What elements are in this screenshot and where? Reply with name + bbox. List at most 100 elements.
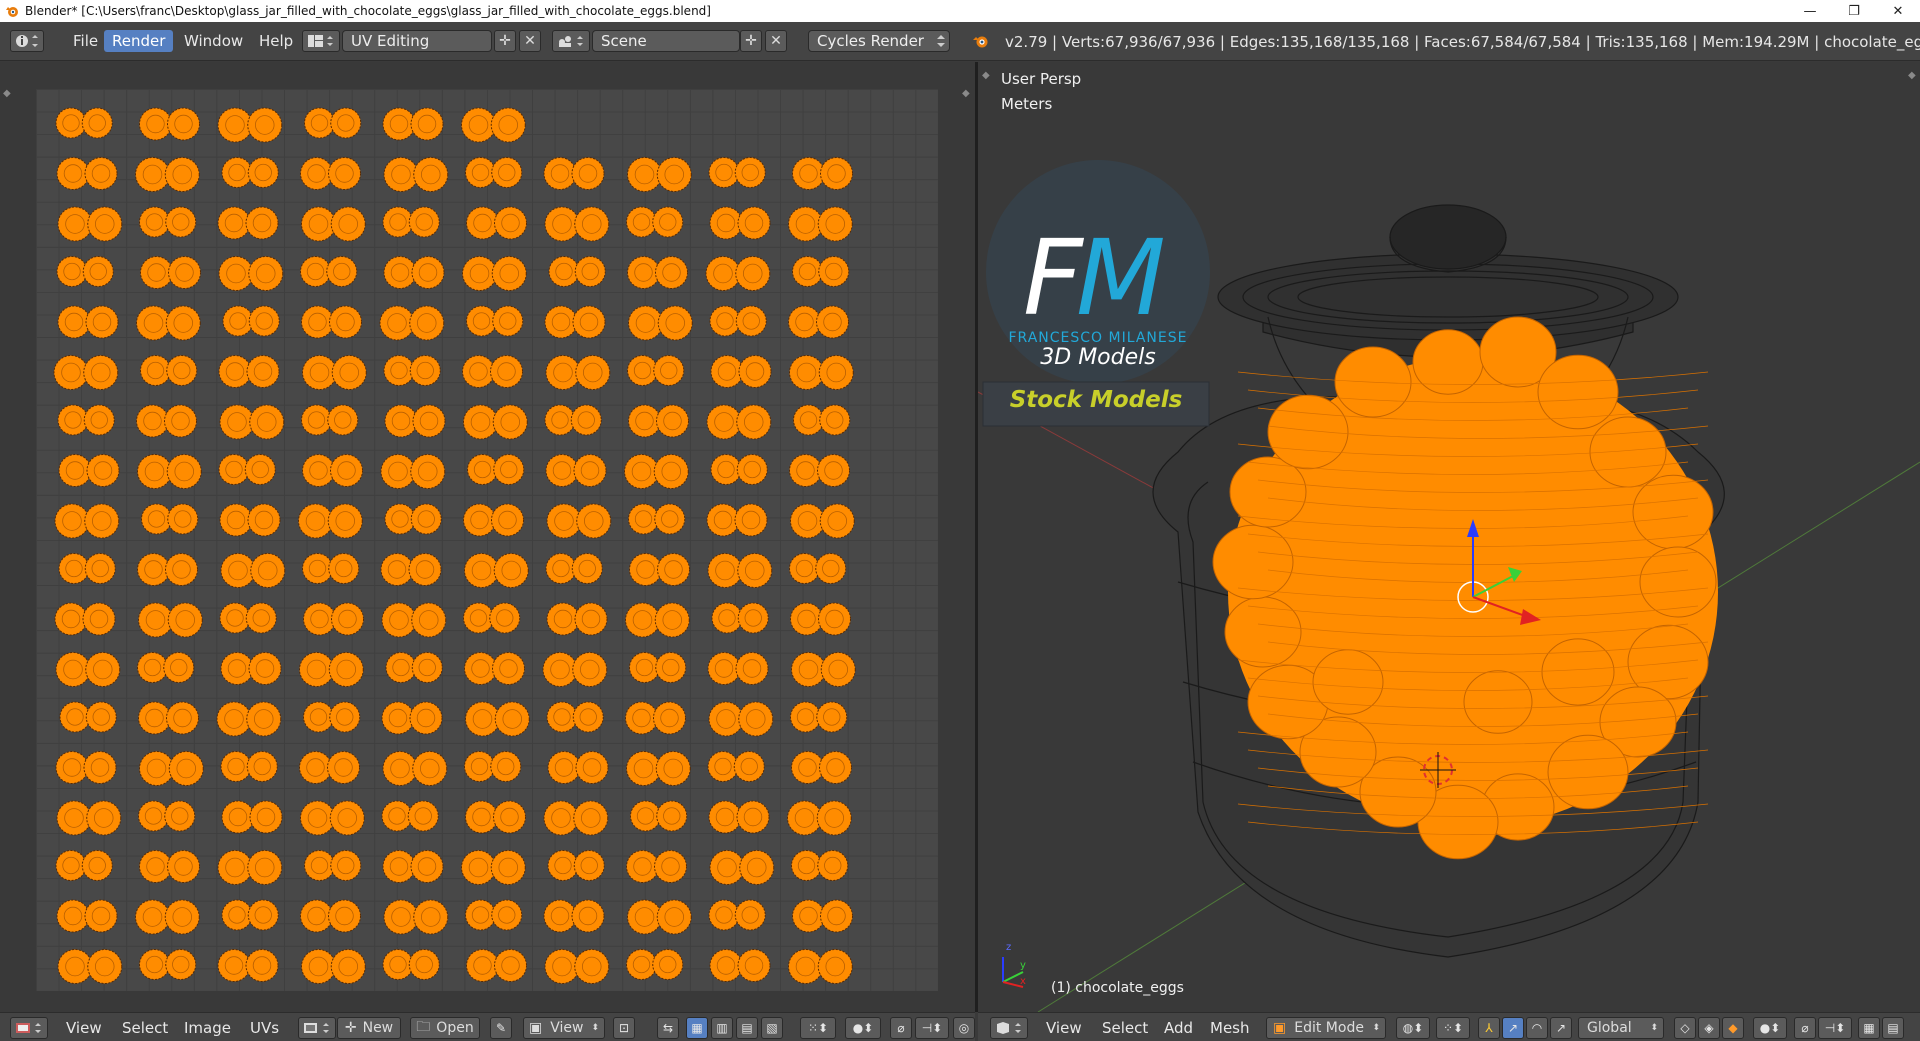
render-engine-dropdown[interactable]: Cycles Render <box>808 30 950 52</box>
editor-type-info-button[interactable] <box>10 30 44 52</box>
uv-island[interactable] <box>462 355 523 388</box>
viewport-scene[interactable]: F M <box>978 62 1920 1012</box>
uv-island[interactable] <box>708 701 774 737</box>
uv-island[interactable] <box>708 157 766 188</box>
uv-island[interactable] <box>222 305 280 337</box>
uv-island[interactable] <box>707 751 765 782</box>
uv-island[interactable] <box>383 256 445 289</box>
uv-island[interactable] <box>300 899 361 933</box>
uv-island[interactable] <box>301 404 359 436</box>
snap-button[interactable]: ⌀ <box>890 1017 912 1039</box>
uv-island[interactable] <box>139 850 200 883</box>
uv-island[interactable] <box>303 701 361 733</box>
uv-island[interactable] <box>793 404 851 436</box>
uv-island[interactable] <box>382 751 448 786</box>
uv-island[interactable] <box>708 899 766 931</box>
uv-island[interactable] <box>299 652 364 687</box>
new-image-button[interactable]: ✛ New <box>337 1017 401 1039</box>
uv-island[interactable] <box>139 107 200 141</box>
scopes-button[interactable]: ◎ <box>953 1017 975 1039</box>
delete-layout-button[interactable]: ✕ <box>519 30 541 52</box>
uv-image-editor[interactable]: ◆ ◆ <box>0 62 975 1012</box>
screen-layout-field[interactable]: UV Editing <box>342 30 492 52</box>
uv-island[interactable] <box>789 553 847 584</box>
uv-island[interactable] <box>630 800 688 832</box>
uv-island[interactable] <box>54 503 120 539</box>
uv-island[interactable] <box>546 602 608 636</box>
uv-island[interactable] <box>300 800 365 836</box>
uv-island[interactable] <box>464 751 522 782</box>
uv-island[interactable] <box>301 206 366 242</box>
uv-island[interactable] <box>465 157 523 188</box>
uv-island[interactable] <box>705 256 771 291</box>
menu-file[interactable]: File <box>65 30 106 52</box>
uv-island[interactable] <box>135 899 200 935</box>
scene-selector[interactable] <box>552 30 590 52</box>
uv-island[interactable] <box>707 652 769 685</box>
uv-island[interactable] <box>626 850 687 883</box>
pivot-button[interactable]: ⊡ <box>613 1017 635 1039</box>
uv-island[interactable] <box>629 553 690 586</box>
orientation-dropdown[interactable]: Global ⬍ <box>1578 1017 1664 1039</box>
uv-island[interactable] <box>545 355 611 390</box>
uv-island[interactable] <box>384 503 442 535</box>
uv-island[interactable] <box>790 602 851 636</box>
add-layout-button[interactable]: ✛ <box>494 30 516 52</box>
uv-island[interactable] <box>217 850 283 885</box>
uv-island[interactable] <box>218 256 284 291</box>
region-toggle-left-icon[interactable]: ◆ <box>3 88 11 99</box>
uv-island[interactable] <box>218 454 276 485</box>
uv-island[interactable] <box>545 454 607 487</box>
uv-island[interactable] <box>140 355 198 386</box>
uv-island[interactable] <box>706 503 768 537</box>
uv-islands[interactable] <box>36 89 938 991</box>
uv-island[interactable] <box>217 206 279 240</box>
uv-island[interactable] <box>382 206 440 238</box>
uv-island[interactable] <box>216 701 282 737</box>
uv-island[interactable] <box>137 652 195 683</box>
uv-island[interactable] <box>304 850 362 881</box>
uv-island[interactable] <box>543 899 605 933</box>
uv-island[interactable] <box>625 701 686 735</box>
uv-island[interactable] <box>709 305 767 337</box>
uv-island[interactable] <box>625 602 690 638</box>
3d-viewport[interactable]: ◆ ◆ F M FRANCESCO MILANESE 3D Models Sto… <box>978 62 1920 1012</box>
uv-island[interactable] <box>302 454 363 487</box>
uv-island[interactable] <box>55 107 113 139</box>
uv-island[interactable] <box>628 305 693 341</box>
uv-island[interactable] <box>544 404 602 436</box>
uv-island[interactable] <box>708 800 770 834</box>
uv-island[interactable] <box>217 949 279 982</box>
uv-island[interactable] <box>626 206 684 238</box>
uv-island[interactable] <box>461 107 526 143</box>
uv-island[interactable] <box>220 553 286 588</box>
uv-island[interactable] <box>711 602 769 634</box>
uv-island[interactable] <box>139 949 197 980</box>
mode-dropdown[interactable]: ▣ Edit Mode ⬍ <box>1266 1017 1386 1039</box>
island-select-button[interactable]: ▧ <box>761 1017 783 1039</box>
uv-island[interactable] <box>139 206 197 238</box>
uv-island[interactable] <box>218 355 280 388</box>
uv-island[interactable] <box>302 355 367 390</box>
vertex-select-button[interactable]: ▦ <box>686 1017 708 1039</box>
manipulator-toggle[interactable]: ⅄ <box>1478 1017 1500 1039</box>
face-mode-button[interactable]: ◆ <box>1722 1017 1744 1039</box>
uv-island[interactable] <box>788 206 853 242</box>
uv-island[interactable] <box>463 503 524 537</box>
uv-island[interactable] <box>138 602 203 638</box>
uv-island[interactable] <box>790 503 855 539</box>
delete-scene-button[interactable]: ✕ <box>765 30 787 52</box>
uv-island[interactable] <box>57 949 123 984</box>
uv-island[interactable] <box>55 652 121 687</box>
uv-island[interactable] <box>55 850 113 881</box>
uv-island[interactable] <box>217 107 283 143</box>
uv-island[interactable] <box>627 899 692 935</box>
uv-island[interactable] <box>55 751 117 784</box>
sticky-mode-button[interactable]: ⁙⬍ <box>800 1017 836 1039</box>
uv-island[interactable] <box>787 800 852 836</box>
uv-island[interactable] <box>298 503 363 539</box>
uv-grid[interactable] <box>36 89 938 991</box>
uv-island[interactable] <box>57 305 119 339</box>
region-toggle-right-icon[interactable]: ◆ <box>962 88 970 99</box>
uv-island[interactable] <box>221 157 279 188</box>
